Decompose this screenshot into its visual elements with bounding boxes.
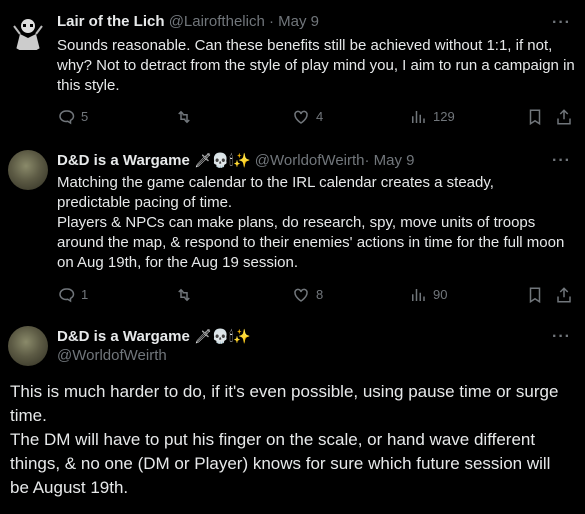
more-icon[interactable]: ··· xyxy=(552,329,571,345)
retweet-icon xyxy=(178,288,190,302)
author-handle[interactable]: @Lairofthelich xyxy=(169,13,265,30)
share-button[interactable] xyxy=(555,108,579,126)
views-icon xyxy=(412,289,425,301)
retweet-button[interactable] xyxy=(175,286,199,304)
views-button[interactable]: 90 xyxy=(409,286,447,304)
author-name[interactable]: Lair of the Lich xyxy=(57,13,165,30)
separator-dot: · xyxy=(364,152,370,169)
tweet-text-paragraph-1: Matching the game calendar to the IRL ca… xyxy=(57,174,494,211)
tweet-header: Lair of the Lich @Lairofthelich · May 9 xyxy=(57,12,319,32)
avatar[interactable] xyxy=(8,12,48,52)
like-count: 4 xyxy=(316,109,324,124)
tweet-text-paragraph-2: Players & NPCs can make plans, do resear… xyxy=(57,214,565,271)
name-emoji: 🗡💀🕯✨ xyxy=(194,328,251,344)
author-name[interactable]: D&D is a Wargame xyxy=(57,152,190,169)
bookmark-icon xyxy=(529,287,541,304)
separator-dot: · xyxy=(268,13,274,30)
timestamp[interactable]: May 9 xyxy=(374,152,415,169)
tweet-text-paragraph-2: The DM will have to put his finger on th… xyxy=(10,430,551,497)
more-icon[interactable]: ··· xyxy=(552,153,571,169)
like-icon xyxy=(294,110,308,124)
reply-button[interactable]: 5 xyxy=(57,108,88,126)
author-handle[interactable]: @WorldofWeirth xyxy=(57,347,167,364)
share-icon xyxy=(557,109,571,125)
share-button[interactable] xyxy=(555,286,579,304)
tweet-text-paragraph-1: This is much harder to do, if it's even … xyxy=(10,382,559,425)
reply-icon xyxy=(59,110,75,125)
more-icon[interactable]: ··· xyxy=(552,15,571,31)
like-icon xyxy=(294,288,308,302)
like-button[interactable]: 4 xyxy=(292,108,323,126)
views-icon xyxy=(412,111,425,123)
bookmark-icon xyxy=(529,109,541,126)
timestamp[interactable]: May 9 xyxy=(278,13,319,30)
action-bar: 5 4 129 xyxy=(0,108,585,128)
author-name-row: D&D is a Wargame 🗡💀🕯✨ xyxy=(57,326,251,347)
name-emoji: 🗡💀🕯✨ xyxy=(194,152,251,168)
reply-count: 5 xyxy=(81,109,89,124)
share-icon xyxy=(557,287,571,303)
like-button[interactable]: 8 xyxy=(292,286,323,304)
tweet-1[interactable]: Lair of the Lich @Lairofthelich · May 9 … xyxy=(0,0,585,142)
views-button[interactable]: 129 xyxy=(409,108,455,126)
retweet-icon xyxy=(178,110,190,124)
retweet-button[interactable] xyxy=(175,108,199,126)
tweet-3-focused[interactable]: D&D is a Wargame 🗡💀🕯✨ @WorldofWeirth ···… xyxy=(0,316,585,514)
avatar[interactable] xyxy=(8,150,48,190)
reply-count: 1 xyxy=(81,287,89,302)
reply-icon xyxy=(59,288,75,303)
views-count: 129 xyxy=(433,109,455,124)
author-name[interactable]: D&D is a Wargame xyxy=(57,328,190,345)
bookmark-button[interactable] xyxy=(526,108,550,126)
tweet-header: D&D is a Wargame 🗡💀🕯✨ @WorldofWeirth· Ma… xyxy=(57,150,415,171)
bookmark-button[interactable] xyxy=(526,286,550,304)
tweet-2[interactable]: D&D is a Wargame 🗡💀🕯✨ @WorldofWeirth· Ma… xyxy=(0,142,585,316)
tweet-text: Sounds reasonable. Can these benefits st… xyxy=(57,37,575,94)
like-count: 8 xyxy=(316,287,324,302)
views-count: 90 xyxy=(433,287,448,302)
author-handle[interactable]: @WorldofWeirth xyxy=(255,152,365,169)
avatar[interactable] xyxy=(8,326,48,366)
action-bar: 1 8 90 xyxy=(0,286,585,306)
author-handle-row: @WorldofWeirth xyxy=(57,346,167,366)
reply-button[interactable]: 1 xyxy=(57,286,88,304)
